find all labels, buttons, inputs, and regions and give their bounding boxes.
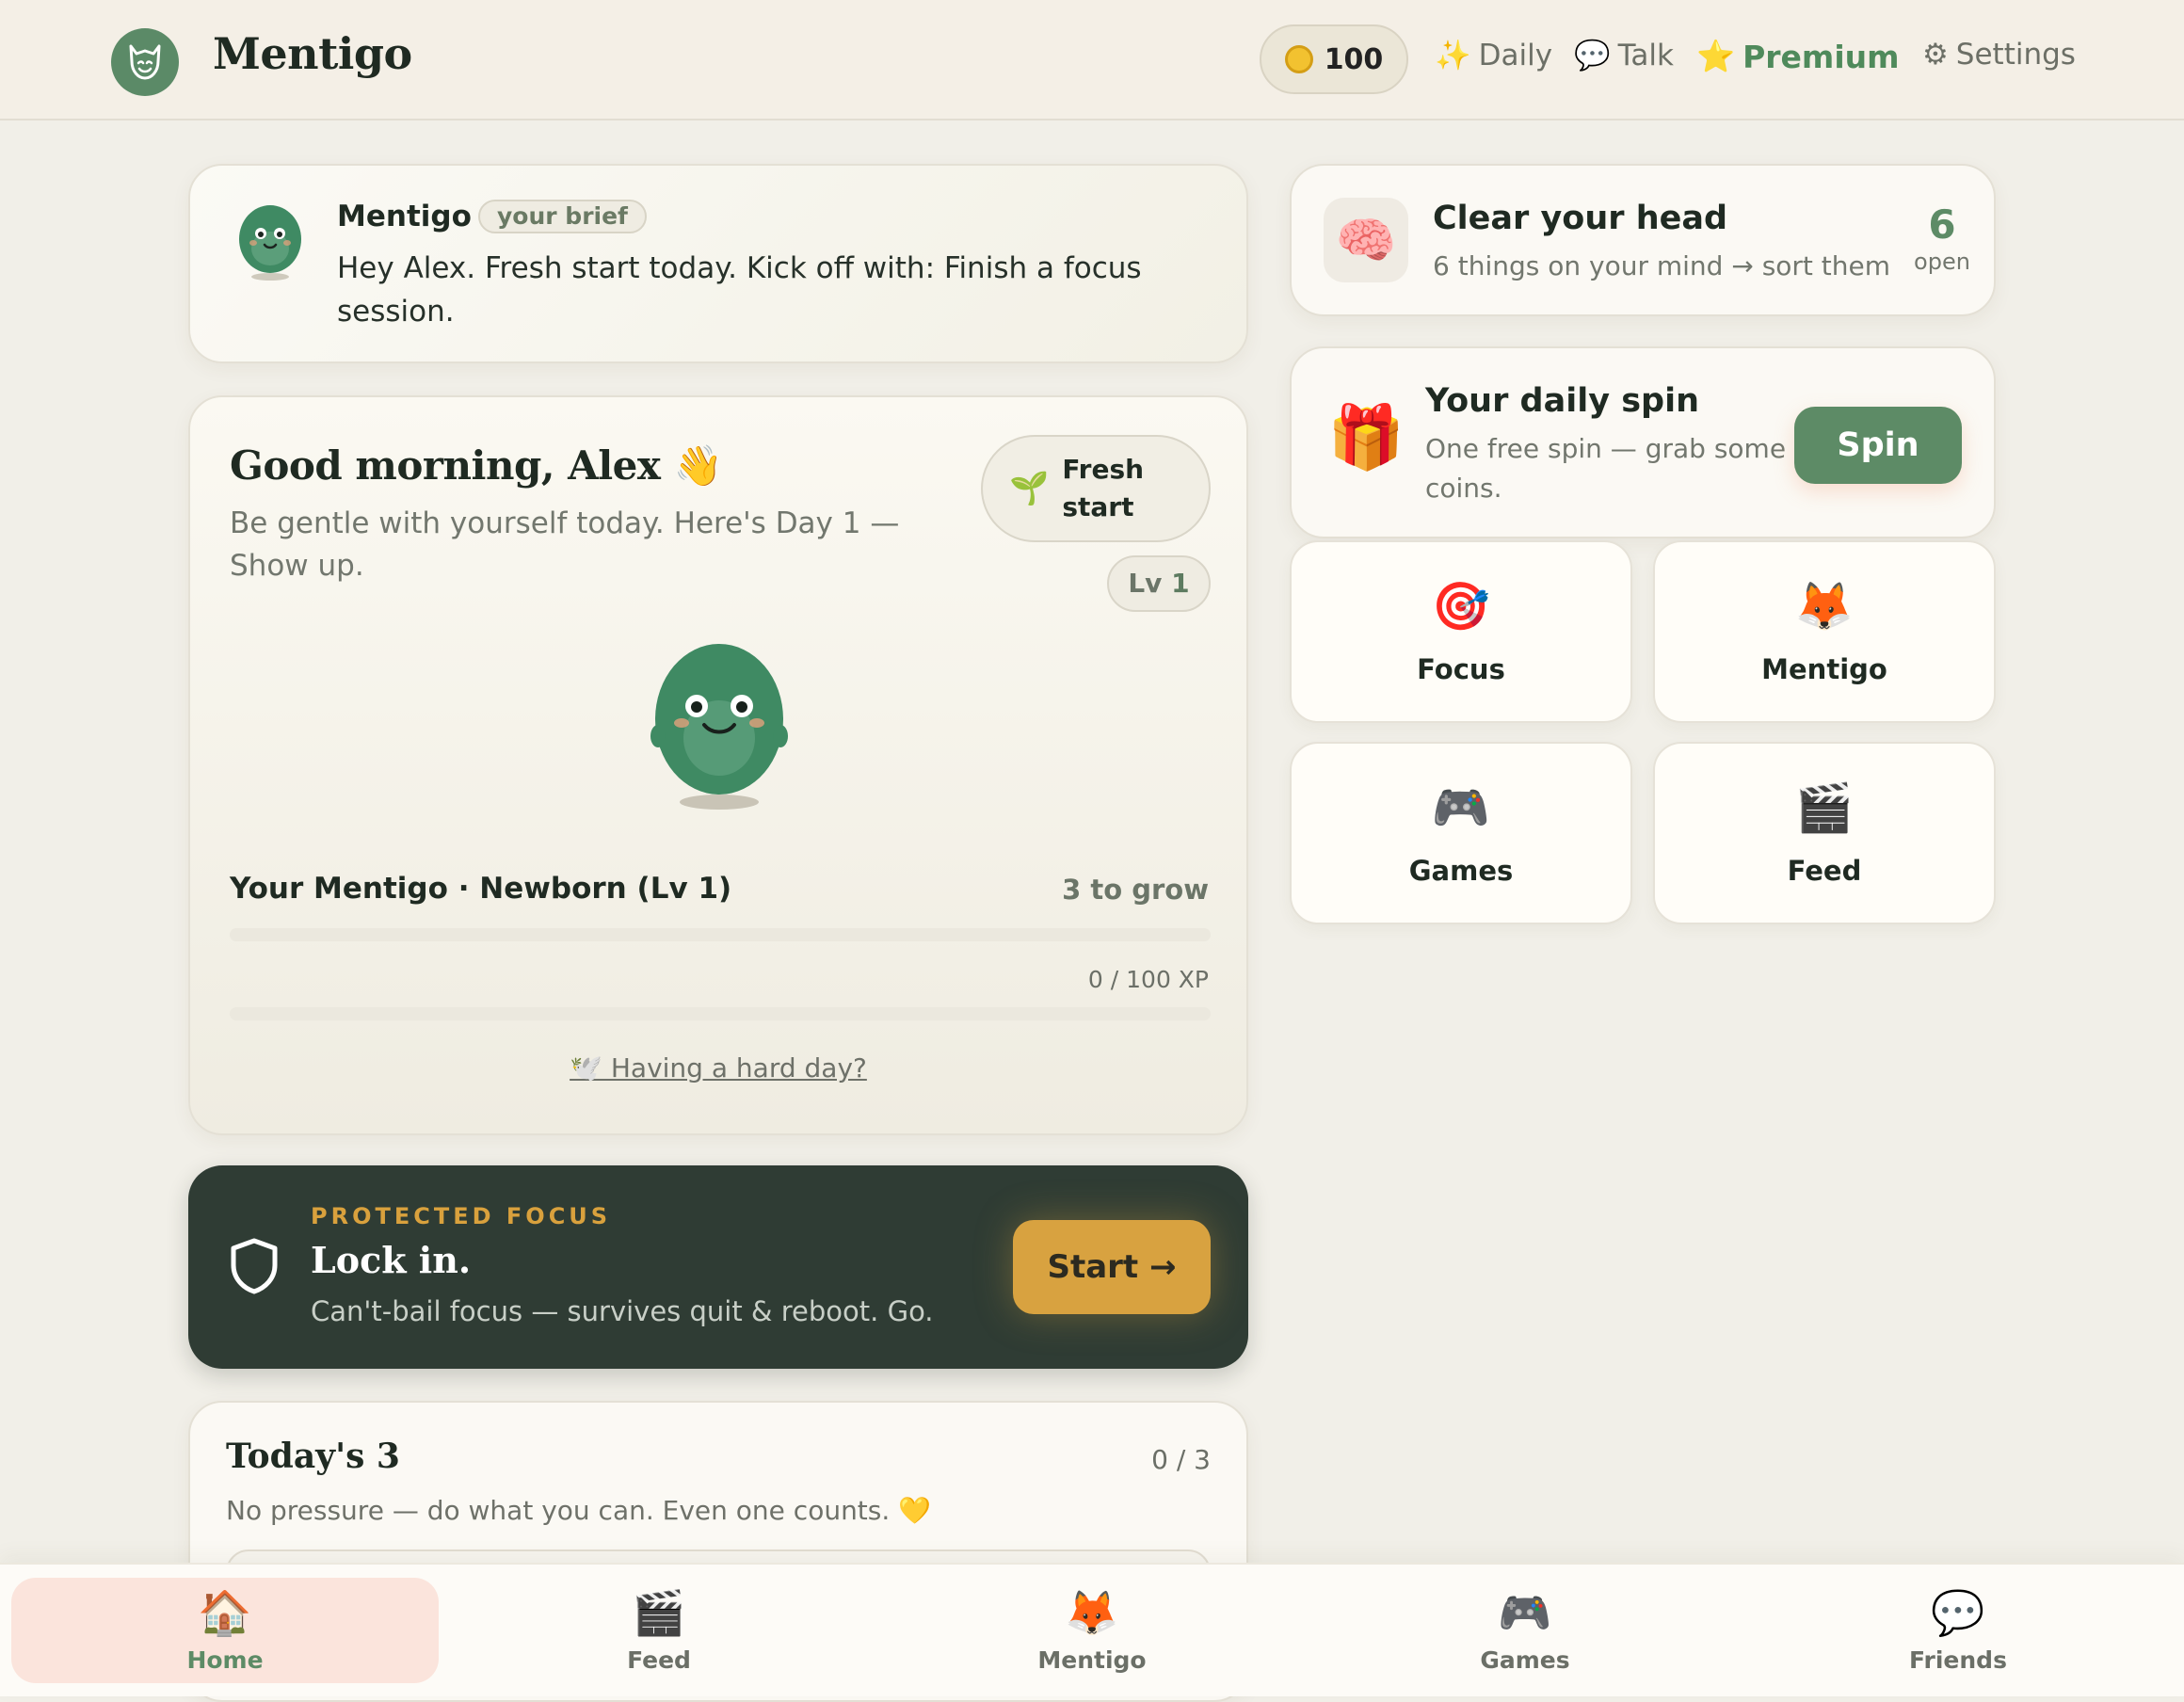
clear-head-card[interactable]: 🧠 Clear your head 6 things on your mind …	[1290, 164, 1996, 316]
level-badge-prefix: Lv	[1128, 568, 1163, 599]
fox-icon: 🦊	[1065, 1587, 1119, 1638]
tile-feed-label: Feed	[1787, 854, 1862, 887]
fox-icon: 🦊	[1794, 578, 1855, 634]
nav-premium[interactable]: ⭐ Premium	[1696, 38, 1900, 75]
tab-mentigo[interactable]: 🦊 Mentigo	[878, 1578, 1306, 1683]
grow-progress-bar	[230, 928, 1211, 941]
brief-card: Mentigo your brief Hey Alex. Fresh start…	[188, 164, 1248, 363]
focus-description: Can't-bail focus — survives quit & reboo…	[311, 1295, 934, 1327]
nav-settings[interactable]: ⚙ Settings	[1922, 38, 2076, 72]
tab-mentigo-label: Mentigo	[1037, 1646, 1147, 1674]
gift-icon: 🎁	[1327, 401, 1405, 474]
greeting-title: Good morning, Alex 👋	[230, 442, 723, 489]
tab-friends-label: Friends	[1909, 1646, 2007, 1674]
gamepad-icon: 🎮	[1498, 1587, 1552, 1638]
start-focus-button[interactable]: Start →	[1013, 1220, 1211, 1314]
top-header: Mentigo 100 ✨ Daily 💬 Talk ⭐ Premium ⚙ S…	[0, 0, 2184, 120]
daily-spin-card: 🎁 Your daily spin One free spin — grab s…	[1290, 346, 1996, 538]
focus-title: Lock in.	[311, 1239, 472, 1281]
nav-talk-label: Talk	[1617, 38, 1674, 72]
tab-home[interactable]: 🏠 Home	[11, 1578, 439, 1683]
xp-progress-bar	[230, 1007, 1211, 1020]
tile-mentigo[interactable]: 🦊 Mentigo	[1653, 540, 1996, 723]
app-title[interactable]: Mentigo	[213, 28, 412, 79]
shield-icon	[231, 1238, 278, 1294]
brief-tag: your brief	[478, 200, 647, 233]
brief-sender: Mentigo	[337, 200, 472, 233]
mentigo-avatar-icon	[239, 205, 301, 281]
tile-feed[interactable]: 🎬 Feed	[1653, 742, 1996, 924]
clapperboard-icon: 🎬	[1794, 779, 1855, 835]
app-logo-icon[interactable]	[111, 28, 179, 96]
hard-day-link[interactable]: 🕊️ Having a hard day?	[190, 1052, 1246, 1084]
gear-icon: ⚙	[1922, 38, 1949, 72]
todays-three-count: 0 / 3	[1151, 1444, 1211, 1475]
target-icon: 🎯	[1431, 578, 1491, 634]
todays-three-note: No pressure — do what you can. Even one …	[226, 1495, 932, 1526]
tab-home-label: Home	[186, 1646, 264, 1674]
coin-icon	[1284, 45, 1313, 73]
star-icon: ⭐	[1696, 38, 1736, 74]
tile-focus-label: Focus	[1417, 652, 1505, 685]
open-count: 6	[1928, 201, 1956, 248]
speech-bubble-icon: 💬	[1574, 39, 1611, 72]
coin-count: 100	[1324, 42, 1384, 76]
tile-games[interactable]: 🎮 Games	[1290, 742, 1632, 924]
level-badge: Lv 1	[1107, 555, 1211, 612]
clear-head-title: Clear your head	[1433, 200, 1728, 237]
grow-counter: 3 to grow	[1062, 874, 1209, 906]
gamepad-icon: 🎮	[1431, 779, 1491, 835]
xp-text: 0 / 100 XP	[1087, 966, 1209, 993]
mentigo-creature[interactable]	[644, 633, 795, 811]
todays-three-title: Today's 3	[226, 1437, 400, 1476]
daily-spin-subtitle: One free spin — grab some coins.	[1425, 433, 1787, 504]
house-icon: 🏠	[198, 1587, 252, 1638]
tile-mentigo-label: Mentigo	[1761, 652, 1887, 685]
nav-daily[interactable]: ✨ Daily	[1435, 38, 1553, 73]
tile-games-label: Games	[1408, 854, 1514, 887]
tab-games[interactable]: 🎮 Games	[1311, 1578, 1739, 1683]
mentigo-status: Your Mentigo · Newborn (Lv 1)	[230, 872, 732, 906]
tab-friends[interactable]: 💬 Friends	[1744, 1578, 2172, 1683]
bottom-tab-bar: 🏠 Home 🎬 Feed 🦊 Mentigo 🎮 Games 💬 Friend…	[0, 1563, 2184, 1696]
spin-button[interactable]: Spin	[1794, 407, 1962, 484]
greeting-card: Good morning, Alex 👋 Be gentle with your…	[188, 395, 1248, 1135]
brain-icon: 🧠	[1324, 198, 1408, 282]
tab-games-label: Games	[1480, 1646, 1570, 1674]
nav-talk[interactable]: 💬 Talk	[1574, 38, 1674, 73]
brief-message: Hey Alex. Fresh start today. Kick off wi…	[337, 251, 1142, 329]
sparkles-icon: ✨	[1435, 39, 1471, 72]
protected-focus-card: PROTECTED FOCUS Lock in. Can't-bail focu…	[188, 1165, 1248, 1369]
focus-eyebrow: PROTECTED FOCUS	[311, 1203, 612, 1229]
greeting-subtitle: Be gentle with yourself today. Here's Da…	[230, 506, 900, 583]
open-count-label: open	[1914, 249, 1970, 275]
level-badge-value: 1	[1171, 568, 1190, 599]
nav-premium-label: Premium	[1742, 38, 1900, 75]
tab-feed[interactable]: 🎬 Feed	[445, 1578, 873, 1683]
clear-head-subtitle: 6 things on your mind → sort them	[1433, 250, 1891, 281]
tab-feed-label: Feed	[627, 1646, 691, 1674]
nav-daily-label: Daily	[1478, 38, 1553, 72]
fresh-start-badge: 🌱 Fresh start	[981, 435, 1211, 542]
seedling-icon: 🌱	[1009, 470, 1050, 507]
nav-settings-label: Settings	[1955, 38, 2076, 72]
daily-spin-title: Your daily spin	[1425, 382, 1700, 420]
fresh-start-label: Fresh start	[1062, 454, 1145, 522]
coin-balance[interactable]: 100	[1260, 24, 1408, 94]
clapperboard-icon: 🎬	[632, 1587, 686, 1638]
speech-bubble-icon: 💬	[1931, 1587, 1985, 1638]
tile-focus[interactable]: 🎯 Focus	[1290, 540, 1632, 723]
